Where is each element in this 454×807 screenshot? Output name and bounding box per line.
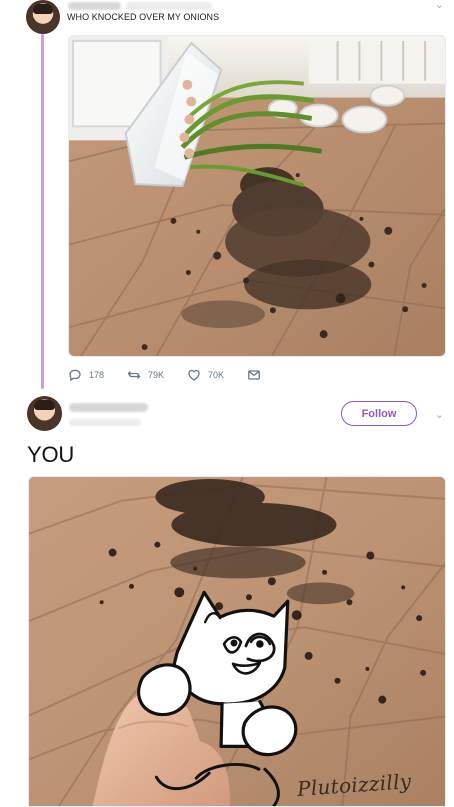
blurred-display-name — [69, 403, 148, 412]
tweet-photo-onions[interactable] — [68, 35, 446, 357]
retweet-action[interactable]: 79K — [127, 366, 164, 384]
reply-count: 178 — [89, 370, 105, 380]
avatar[interactable] — [26, 0, 60, 34]
blurred-handle — [69, 419, 141, 426]
reply-photo-cat-drawing[interactable]: Plutoizzilly — [28, 476, 446, 807]
blurred-display-name — [68, 2, 121, 10]
retweet-count: 79K — [148, 370, 165, 380]
reply-icon — [69, 369, 81, 381]
retweet-icon — [127, 371, 141, 379]
reply-avatar[interactable] — [27, 396, 62, 431]
thread-line — [41, 34, 44, 389]
like-action[interactable]: 70K — [187, 366, 224, 384]
tweet-card: ⌄ WHO KNOCKED OVER MY ONIONS 178 79K 70K — [0, 0, 454, 400]
chevron-down-icon[interactable]: ⌄ — [435, 0, 444, 11]
follow-button[interactable]: Follow — [341, 401, 417, 426]
reply-action[interactable]: 178 — [68, 366, 104, 384]
message-icon — [248, 370, 260, 380]
message-action[interactable] — [247, 366, 268, 384]
blurred-handle-and-date — [126, 2, 212, 10]
tweet-actions: 178 79K 70K — [68, 366, 278, 384]
heart-icon — [188, 369, 200, 381]
like-count: 70K — [208, 370, 225, 380]
reply-text: YOU — [27, 442, 75, 467]
chevron-down-icon[interactable]: ⌄ — [435, 410, 444, 421]
tweet-text: WHO KNOCKED OVER MY ONIONS — [67, 12, 220, 22]
